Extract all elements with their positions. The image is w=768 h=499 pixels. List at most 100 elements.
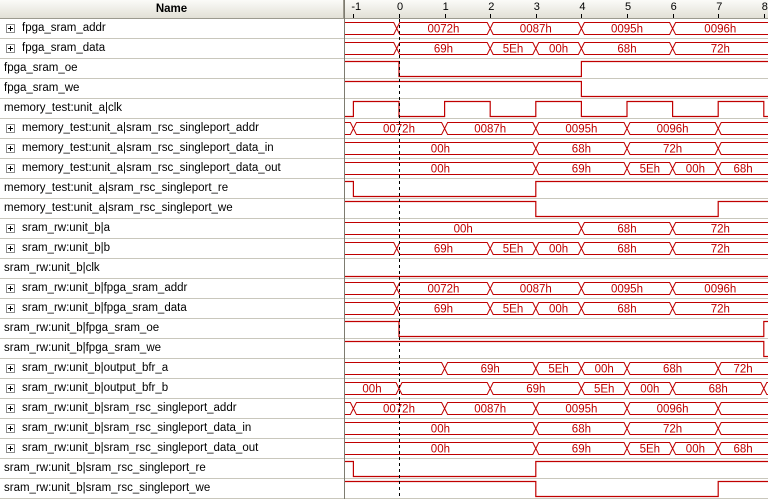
bus-value: 0096h — [657, 404, 689, 416]
signal-row[interactable]: fpga_sram_oe — [0, 59, 344, 79]
signal-name: fpga_sram_data — [22, 42, 106, 54]
signal-row[interactable]: sram_rw:unit_b|b — [0, 239, 344, 259]
time-tick-mark — [581, 14, 583, 18]
signal-row[interactable]: sram_rw:unit_b|a — [0, 219, 344, 239]
signal-name: memory_test:unit_a|clk — [4, 102, 123, 114]
signal-row[interactable]: sram_rw:unit_b|fpga_sram_oe — [0, 319, 344, 339]
signal-name: sram_rw:unit_b|sram_rsc_singleport_re — [4, 462, 206, 474]
signal-row[interactable]: sram_rw:unit_b|sram_rsc_singleport_addr — [0, 399, 344, 419]
bus-value: 0095h — [565, 124, 597, 136]
signal-row[interactable]: memory_test:unit_a|sram_rsc_singleport_d… — [0, 159, 344, 179]
signal-row[interactable]: sram_rw:unit_b|output_bfr_b — [0, 379, 344, 399]
signal-row[interactable]: sram_rw:unit_b|sram_rsc_singleport_re — [0, 459, 344, 479]
signal-row[interactable]: memory_test:unit_a|sram_rsc_singleport_d… — [0, 139, 344, 159]
signal-name: memory_test:unit_a|sram_rsc_singleport_d… — [22, 162, 281, 174]
bus-segment — [345, 282, 398, 295]
signal-row[interactable]: sram_rw:unit_b|output_bfr_a — [0, 359, 344, 379]
bus-value: 68h — [617, 224, 636, 236]
signal-row[interactable]: memory_test:unit_a|clk — [0, 99, 344, 119]
bus-value: 69h — [572, 164, 591, 176]
bus-segment — [763, 382, 768, 395]
time-ruler[interactable]: -1 0 1 2 3 4 5 6 7 8 — [345, 0, 768, 19]
expand-plus-icon[interactable] — [6, 124, 15, 133]
signal-row[interactable]: memory_test:unit_a|sram_rsc_singleport_a… — [0, 119, 344, 139]
time-tick-mark — [353, 14, 355, 18]
expand-plus-icon[interactable] — [6, 444, 15, 453]
bus-value: 5Eh — [503, 44, 523, 56]
bus-value: 69h — [572, 444, 591, 456]
waveform-row — [345, 480, 768, 499]
expand-plus-icon[interactable] — [6, 44, 15, 53]
waveform-row — [345, 100, 768, 119]
signal-row[interactable]: sram_rw:unit_b|sram_rsc_singleport_we — [0, 479, 344, 499]
bus-segment — [717, 402, 768, 415]
time-tick-mark — [444, 14, 446, 18]
signal-name: memory_test:unit_a|sram_rsc_singleport_a… — [22, 122, 259, 134]
time-tick-label: -1 — [351, 1, 362, 13]
bus-value: 0095h — [611, 284, 643, 296]
time-tick-label: 4 — [579, 1, 586, 13]
waveform-row: 0072h0087h0095h0096h — [345, 122, 768, 139]
bus-value: 0096h — [704, 24, 736, 36]
bit-waveform — [345, 200, 768, 218]
bus-segment — [345, 302, 398, 315]
signal-row[interactable]: sram_rw:unit_b|fpga_sram_we — [0, 339, 344, 359]
waveform-row: 0072h0087h0095h0096h — [345, 22, 768, 39]
time-tick-mark — [763, 14, 765, 18]
expand-plus-icon[interactable] — [6, 224, 15, 233]
signal-name: sram_rw:unit_b|fpga_sram_addr — [22, 282, 188, 294]
bus-value: 00h — [431, 164, 450, 176]
signal-name: sram_rw:unit_b|fpga_sram_data — [22, 302, 187, 314]
bus-value: 00h — [454, 224, 473, 236]
bit-waveform — [345, 480, 768, 498]
signal-row[interactable]: sram_rw:unit_b|clk — [0, 259, 344, 279]
bus-value: 00h — [549, 304, 568, 316]
time-tick-label: 2 — [488, 1, 495, 13]
signal-name: sram_rw:unit_b|fpga_sram_we — [4, 342, 162, 354]
expand-plus-icon[interactable] — [6, 144, 15, 153]
expand-plus-icon[interactable] — [6, 164, 15, 173]
signal-name: sram_rw:unit_b|output_bfr_a — [22, 362, 169, 374]
signal-row[interactable]: sram_rw:unit_b|sram_rsc_singleport_data_… — [0, 439, 344, 459]
bus-value: 69h — [526, 384, 545, 396]
signal-row[interactable]: fpga_sram_data — [0, 39, 344, 59]
signal-row[interactable]: fpga_sram_addr — [0, 19, 344, 39]
signal-row[interactable]: memory_test:unit_a|sram_rsc_singleport_w… — [0, 199, 344, 219]
waveform-pane[interactable]: 0072h0087h0095h0096h 69h 5Eh 00h 68h 72h 0072h… — [345, 19, 768, 499]
expand-plus-icon[interactable] — [6, 384, 15, 393]
signal-name: sram_rw:unit_b|b — [22, 242, 110, 254]
bus-value: 5Eh — [640, 164, 660, 176]
signal-row[interactable]: sram_rw:unit_b|fpga_sram_data — [0, 299, 344, 319]
signal-row[interactable]: sram_rw:unit_b|sram_rsc_singleport_data_… — [0, 419, 344, 439]
bus-value: 72h — [711, 224, 730, 236]
waveform-row: 69h 5Eh 00h 68h 72h — [345, 302, 768, 319]
signal-name: sram_rw:unit_b|fpga_sram_oe — [4, 322, 160, 334]
bus-value: 72h — [663, 424, 682, 436]
bus-value: 00h — [431, 424, 450, 436]
expand-plus-icon[interactable] — [6, 304, 15, 313]
bus-value: 68h — [572, 424, 591, 436]
signal-row[interactable]: fpga_sram_we — [0, 79, 344, 99]
bus-value: 69h — [434, 244, 453, 256]
signal-name: fpga_sram_we — [4, 82, 80, 94]
signal-row[interactable]: sram_rw:unit_b|fpga_sram_addr — [0, 279, 344, 299]
bus-segment — [345, 42, 398, 55]
time-tick-mark — [399, 14, 400, 18]
expand-plus-icon[interactable] — [6, 364, 15, 373]
waveform-row — [345, 320, 768, 339]
expand-plus-icon[interactable] — [6, 424, 15, 433]
bit-waveform — [345, 320, 768, 338]
bus-value: 00h — [686, 164, 705, 176]
bus-value: 5Eh — [503, 304, 523, 316]
bus-value: 5Eh — [503, 244, 523, 256]
expand-plus-icon[interactable] — [6, 404, 15, 413]
time-tick-label: 6 — [670, 1, 677, 13]
expand-plus-icon[interactable] — [6, 24, 15, 33]
bus-segment — [345, 362, 446, 375]
expand-plus-icon[interactable] — [6, 244, 15, 253]
name-column-header[interactable]: Name — [0, 0, 344, 19]
expand-plus-icon[interactable] — [6, 284, 15, 293]
bus-value: 69h — [434, 304, 453, 316]
signal-row[interactable]: memory_test:unit_a|sram_rsc_singleport_r… — [0, 179, 344, 199]
bus-value: 68h — [617, 44, 636, 56]
